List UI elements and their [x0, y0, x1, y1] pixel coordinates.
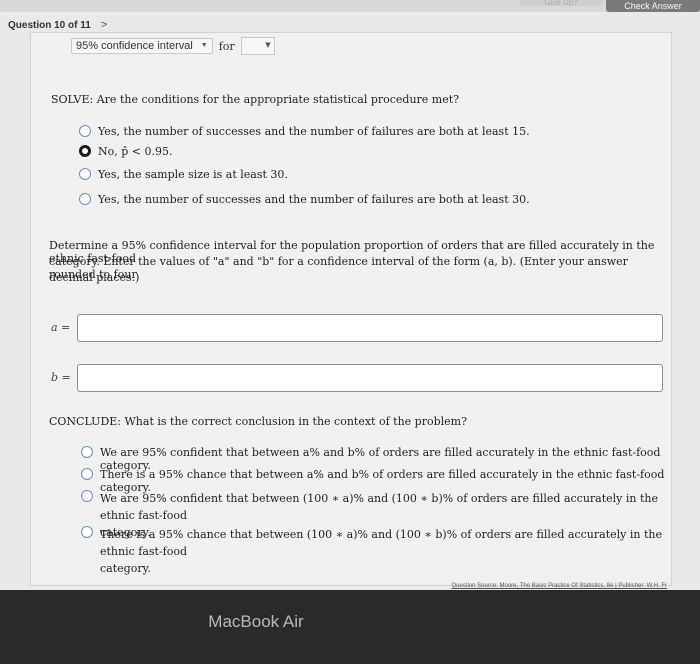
interval-type-select[interactable]: 95% confidence interval ▼: [71, 38, 213, 54]
radio-button[interactable]: [79, 168, 91, 180]
interval-type-value: 95% confidence interval: [76, 40, 193, 52]
chevron-down-icon: ▼: [265, 41, 271, 49]
solve-option-label: Yes, the sample size is at least 30.: [98, 168, 288, 181]
solve-prompt: SOLVE: Are the conditions for the approp…: [51, 93, 460, 106]
determine-line-2: category. Enter the values of "a" and "b…: [49, 255, 628, 281]
app-screen: Give Up? Check Answer Question 10 of 11 …: [0, 0, 700, 590]
radio-button[interactable]: [81, 490, 93, 502]
ci-selector-row: 95% confidence interval ▼ for ▼: [71, 37, 275, 55]
solve-option-label: No, p̂ < 0.95.: [98, 145, 173, 158]
question-panel: 95% confidence interval ▼ for ▼ SOLVE: A…: [30, 32, 672, 589]
radio-button-selected[interactable]: [79, 145, 91, 157]
solve-option-4[interactable]: Yes, the number of successes and the num…: [79, 193, 530, 206]
conclude-option-label: There is a 95% chance that between (100 …: [100, 528, 662, 558]
check-answer-button[interactable]: Check Answer: [606, 0, 700, 12]
question-counter: Question 10 of 11: [8, 19, 91, 31]
conclude-prompt: CONCLUDE: What is the correct conclusion…: [49, 415, 467, 428]
top-toolbar: Give Up? Check Answer: [0, 0, 700, 12]
next-question-chevron-icon[interactable]: >: [101, 19, 107, 31]
question-source-link[interactable]: Question Source: Moore, The Basic Practi…: [451, 583, 667, 589]
solve-option-label: Yes, the number of successes and the num…: [98, 125, 530, 138]
conclude-option-label: We are 95% confident that between (100 ∗…: [100, 492, 659, 522]
b-input[interactable]: [77, 364, 663, 392]
give-up-button[interactable]: Give Up?: [520, 0, 602, 6]
solve-option-3[interactable]: Yes, the sample size is at least 30.: [79, 168, 288, 181]
a-label: a =: [51, 321, 71, 334]
radio-button[interactable]: [81, 468, 93, 480]
question-navigator: Question 10 of 11 >: [8, 19, 107, 31]
conclude-option-text: There is a 95% chance that between (100 …: [100, 526, 671, 577]
radio-button[interactable]: [81, 526, 93, 538]
radio-button[interactable]: [79, 193, 91, 205]
determine-line-3: decimal places.): [49, 271, 140, 284]
parameter-select[interactable]: ▼: [240, 37, 275, 55]
a-input[interactable]: [77, 314, 663, 342]
radio-button[interactable]: [81, 446, 93, 458]
solve-option-label: Yes, the number of successes and the num…: [98, 193, 530, 206]
b-label: b =: [51, 371, 71, 384]
for-label: for: [218, 39, 235, 53]
solve-option-1[interactable]: Yes, the number of successes and the num…: [79, 125, 530, 138]
conclude-option-label-cont: category.: [100, 562, 151, 575]
radio-button[interactable]: [79, 125, 91, 137]
device-label: MacBook Air: [208, 612, 304, 631]
conclude-option-4[interactable]: There is a 95% chance that between (100 …: [81, 526, 671, 577]
chevron-down-icon: ▼: [200, 42, 208, 49]
solve-option-2[interactable]: No, p̂ < 0.95.: [79, 145, 172, 158]
